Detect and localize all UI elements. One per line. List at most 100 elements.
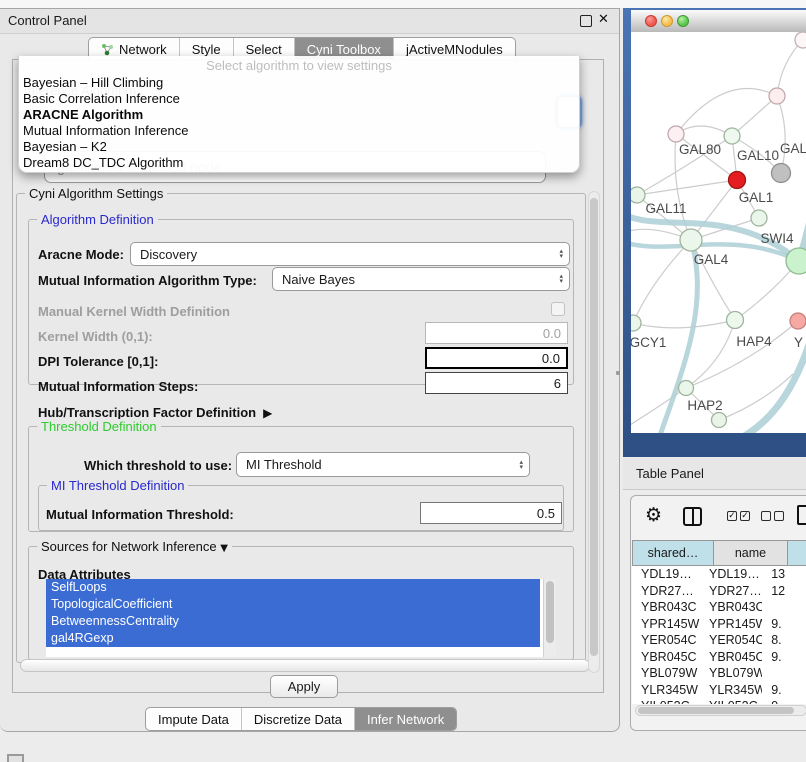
mi-threshold-label: Mutual Information Threshold: (46, 507, 234, 522)
table-row[interactable]: YBR043CYBR043C (632, 599, 806, 616)
table-panel-titlebar: Table Panel (623, 458, 806, 490)
edge[interactable] (633, 320, 735, 328)
node-hap4[interactable] (727, 312, 744, 329)
table-cell: YDR27… (700, 584, 762, 598)
table-cell: YDL19… (700, 567, 762, 581)
edge[interactable] (777, 40, 803, 96)
mi-steps-field[interactable]: 6 (425, 372, 568, 394)
node-salmon[interactable] (790, 313, 806, 329)
column-header-shared[interactable]: shared… (632, 540, 713, 566)
which-threshold-label: Which threshold to use: (84, 458, 232, 473)
new-table-icon[interactable] (797, 505, 806, 525)
table-cell: YBR043C (700, 600, 762, 614)
column-header-a[interactable]: A (787, 540, 806, 566)
table-row[interactable]: YPR145WYPR145W9. (632, 616, 806, 633)
table-cell: YIL052C (632, 699, 700, 704)
mi-threshold-definition-title: MI Threshold Definition (47, 478, 188, 493)
screen: Control Panel ✕ NetworkStyleSelectCyni T… (0, 0, 806, 762)
checked-columns-icon[interactable]: ✓ ✓ (727, 511, 750, 521)
node-gal1[interactable] (751, 210, 767, 226)
node-hap2[interactable] (679, 381, 694, 396)
combo-arrows-icon: ▴▾ (559, 268, 563, 290)
settings-horizontal-scrollbar[interactable] (20, 659, 590, 672)
apply-button[interactable]: Apply (270, 675, 338, 698)
sources-group-title[interactable]: Sources for Network Inference ▼ (37, 539, 232, 554)
tab-impute-data[interactable]: Impute Data (146, 708, 242, 730)
algorithm-option-mutual-information-inference[interactable]: Mutual Information Inference (23, 123, 188, 139)
node-gal10[interactable] (724, 128, 740, 144)
node-gal11[interactable] (631, 187, 645, 203)
tab-infer-network[interactable]: Infer Network (355, 708, 456, 730)
tab-label: Select (246, 42, 282, 57)
table-row[interactable]: YDL19…YDL19…13 (632, 566, 806, 583)
edge[interactable] (631, 388, 686, 428)
float-panel-icon[interactable] (580, 15, 592, 27)
kernel-width-value: 0.0 (543, 326, 561, 341)
table-cell: YIL052C (700, 699, 762, 704)
algorithm-option-aracne-algorithm[interactable]: ARACNE Algorithm (23, 107, 143, 123)
node-red[interactable] (729, 172, 746, 189)
mi-threshold-value: 0.5 (537, 506, 555, 521)
table-cell: YPR145W (700, 617, 762, 631)
node-gal-cut[interactable] (769, 88, 785, 104)
attribute-item-selfloops[interactable]: SelfLoops (46, 579, 540, 596)
table-row[interactable]: YER054CYER054C8. (632, 632, 806, 649)
close-window-icon[interactable] (645, 15, 657, 27)
minimize-window-icon[interactable] (661, 15, 673, 27)
node-gcy1[interactable] (631, 315, 641, 331)
node-gal80[interactable] (668, 126, 684, 142)
settings-gear-icon[interactable]: ⚙ (645, 504, 662, 526)
docked-panel-icon[interactable] (7, 754, 24, 762)
node-gal4[interactable] (680, 229, 702, 251)
algorithm-option-bayesian-k2[interactable]: Bayesian – K2 (23, 139, 107, 155)
zoom-window-icon[interactable] (677, 15, 689, 27)
splitter-handle[interactable] (616, 371, 620, 375)
table-horizontal-scrollbar[interactable] (635, 705, 806, 716)
which-threshold-combo[interactable]: MI Threshold ▴▾ (236, 452, 530, 477)
which-threshold-value: MI Threshold (246, 457, 322, 472)
table-row[interactable]: YBR045CYBR045C9. (632, 649, 806, 666)
hub-definition-expander[interactable]: Hub/Transcription Factor Definition ▶ (38, 405, 272, 420)
attribute-item-topologicalcoefficient[interactable]: TopologicalCoefficient (46, 596, 540, 613)
attribute-item-betweennesscentrality[interactable]: BetweennessCentrality (46, 613, 540, 630)
attributes-scrollbar[interactable] (543, 579, 556, 657)
edge-highlighted[interactable] (741, 336, 806, 433)
table-cell: 9. (762, 699, 806, 704)
manual-kernel-checkbox[interactable] (551, 302, 565, 316)
dpi-tolerance-field[interactable]: 0.0 (425, 347, 568, 369)
tab-discretize-data[interactable]: Discretize Data (242, 708, 355, 730)
table-cell: YDR27… (632, 584, 700, 598)
node-gray[interactable] (772, 164, 791, 183)
mi-algorithm-type-combo[interactable]: Naive Bayes ▴▾ (272, 267, 570, 291)
attribute-item-gal4rgexp[interactable]: gal4RGexp (46, 630, 540, 647)
tab-label: Style (192, 42, 221, 57)
table-row[interactable]: YDR27…YDR27…12 (632, 583, 806, 600)
column-header-name[interactable]: name (713, 540, 787, 566)
algorithm-option-dream8-dc-tdc-algorithm[interactable]: Dream8 DC_TDC Algorithm (23, 155, 183, 171)
edge[interactable] (637, 180, 737, 195)
table-row[interactable]: YLR345WYLR345W9. (632, 682, 806, 699)
algorithm-option-bayesian-hill-climbing[interactable]: Bayesian – Hill Climbing (23, 75, 163, 91)
tab-label: Discretize Data (254, 712, 342, 727)
node-unlabeled-bottom[interactable] (712, 413, 727, 428)
table-row[interactable]: YBL079WYBL079W (632, 665, 806, 682)
edge[interactable] (732, 96, 777, 136)
unchecked-columns-icon[interactable] (761, 511, 784, 521)
edge[interactable] (633, 240, 691, 323)
node-unlabeled-top-right[interactable] (795, 32, 806, 48)
table-row[interactable]: YIL052CYIL052C9. (632, 698, 806, 704)
table-cell: YDL19… (632, 567, 700, 581)
network-icon (101, 43, 114, 56)
settings-vertical-scrollbar[interactable] (588, 191, 600, 673)
node-swi4[interactable] (786, 248, 806, 274)
kernel-width-field[interactable]: 0.0 (425, 322, 568, 344)
split-columns-icon[interactable] (683, 507, 702, 526)
table-cell: YBL079W (700, 666, 762, 680)
network-canvas[interactable]: GALGAL80GAL10GAL1GAL11SWI4GAL4GCY1HAP4YH… (631, 32, 806, 433)
mi-threshold-field[interactable]: 0.5 (420, 502, 562, 524)
algorithm-option-basic-correlation-inference[interactable]: Basic Correlation Inference (23, 91, 180, 107)
aracne-mode-combo[interactable]: Discovery ▴▾ (130, 242, 570, 266)
apply-button-label: Apply (288, 679, 321, 694)
edge[interactable] (686, 321, 798, 388)
close-panel-icon[interactable]: ✕ (598, 12, 609, 27)
